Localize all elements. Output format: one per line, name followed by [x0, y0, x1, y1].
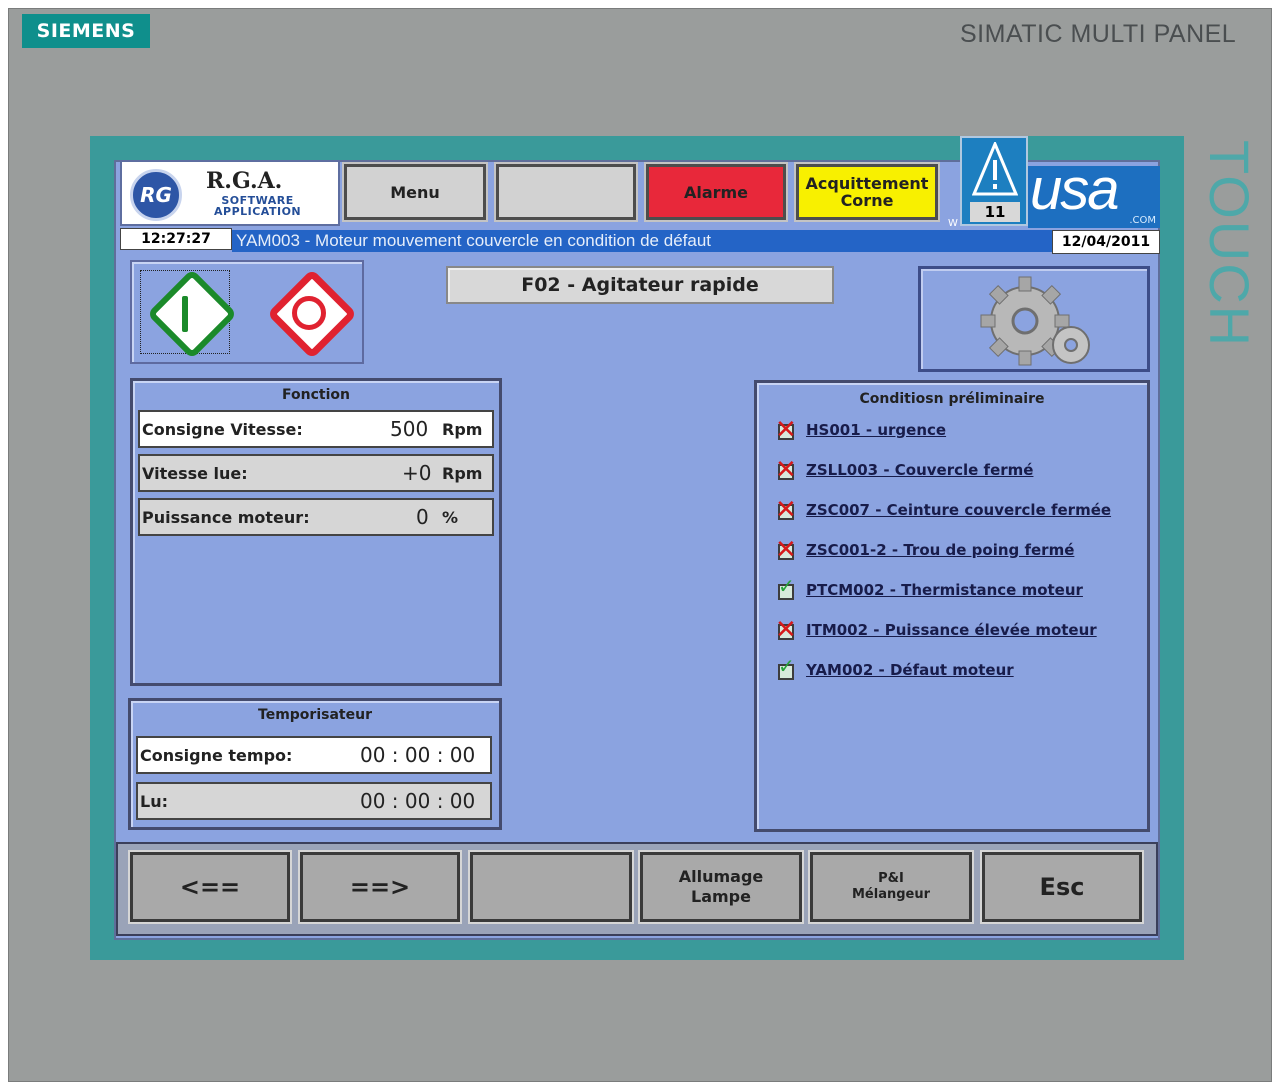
blank-header-button[interactable] — [494, 162, 638, 222]
alarm-button[interactable]: Alarme — [644, 162, 788, 222]
conditions-title: Conditiosn préliminaire — [859, 391, 1045, 407]
condition-label: ZSC001-2 - Trou de poing fermé — [806, 541, 1075, 559]
condition-item[interactable]: ✕ ITM002 - Puissance élevée moteur — [772, 616, 1097, 644]
condition-item[interactable]: ✓ YAM002 - Défaut moteur — [772, 654, 1014, 684]
speed-setpoint-label: Consigne Vitesse: — [142, 419, 303, 439]
condition-item[interactable]: ✕ ZSC007 - Ceinture couvercle fermée — [772, 496, 1111, 524]
timer-setpoint-field[interactable]: Consigne tempo: 00 : 00 : 00 — [136, 736, 492, 774]
condition-label: ZSC007 - Ceinture couvercle fermée — [806, 501, 1112, 519]
fault-x-icon: ✕ — [775, 615, 797, 645]
timer-read-label: Lu: — [140, 791, 168, 811]
lamp-on-button[interactable]: Allumage Lampe — [638, 850, 804, 924]
usa-logo: usa .COM — [1028, 157, 1160, 228]
usa-logo-text: usa — [1030, 157, 1120, 222]
motor-power-unit: % — [442, 507, 459, 527]
conditions-panel: Conditiosn préliminaire — [754, 380, 1150, 832]
condition-label: ITM002 - Puissance élevée moteur — [806, 621, 1097, 639]
alarm-count: 11 — [970, 202, 1020, 222]
fault-x-icon: ✕ — [775, 455, 797, 485]
alarm-message-bar: YAM003 - Moteur mouvement couvercle en c… — [232, 230, 1052, 252]
usa-logo-com: .COM — [1129, 215, 1156, 226]
ok-check-icon: ✓ — [778, 574, 795, 600]
rga-logo-title: R.G.A. — [206, 168, 283, 194]
condition-label: ZSLL003 - Couvercle fermé — [806, 461, 1034, 479]
stop-icon — [292, 296, 326, 330]
alarm-indicator[interactable]: 11 W — [948, 136, 1028, 229]
speed-setpoint-field[interactable]: Consigne Vitesse: 500 Rpm — [138, 410, 494, 448]
touch-label: TOUCH — [1198, 140, 1261, 349]
escape-button[interactable]: Esc — [980, 850, 1144, 924]
gear-settings-button[interactable] — [918, 266, 1150, 372]
speed-setpoint-value: 500 — [390, 417, 429, 441]
fonction-title: Fonction — [282, 387, 350, 403]
page-title: F02 - Agitateur rapide — [446, 266, 834, 304]
menu-button[interactable]: Menu — [342, 162, 488, 222]
condition-label: YAM002 - Défaut moteur — [806, 661, 1014, 679]
rga-sub-line2: Application — [214, 205, 302, 218]
condition-item[interactable]: ✕ ZSC001-2 - Trou de poing fermé — [772, 536, 1074, 564]
timer-setpoint-value: 00 : 00 : 00 — [360, 743, 476, 767]
condition-label: HS001 - urgence — [806, 421, 947, 439]
siemens-logo: SIEMENS — [22, 14, 150, 48]
next-page-button[interactable]: ==> — [298, 850, 462, 924]
start-stop-panel — [130, 260, 364, 364]
speed-setpoint-unit: Rpm — [442, 419, 483, 439]
temporisateur-title: Temporisateur — [258, 707, 372, 723]
alarm-w-label: W — [948, 218, 958, 229]
speed-read-value: +0 — [402, 461, 432, 485]
motor-power-value: 0 — [416, 505, 429, 529]
gears-icon — [980, 276, 1090, 366]
fault-x-icon: ✕ — [775, 535, 797, 565]
rga-emblem-icon: RG — [130, 169, 182, 221]
warning-triangle-icon — [972, 142, 1018, 196]
clock-time: 12:27:27 — [120, 228, 232, 250]
fault-x-icon: ✕ — [775, 495, 797, 525]
timer-read-value: 00 : 00 : 00 — [360, 789, 476, 813]
speed-read-label: Vitesse lue: — [142, 463, 248, 483]
clock-date: 12/04/2011 — [1052, 230, 1160, 254]
rga-logo: RG R.G.A. Software Application — [120, 160, 340, 226]
condition-item[interactable]: ✕ ZSLL003 - Couvercle fermé — [772, 456, 1033, 484]
timer-setpoint-label: Consigne tempo: — [140, 745, 293, 765]
motor-power-field: Puissance moteur: 0 % — [138, 498, 494, 536]
device-model-label: SIMATIC MULTI PANEL — [960, 20, 1237, 48]
rga-logo-subtitle: Software Application — [214, 195, 301, 217]
motor-power-label: Puissance moteur: — [142, 507, 310, 527]
start-icon — [182, 296, 188, 332]
pid-mixer-button[interactable]: P&I Mélangeur — [808, 850, 974, 924]
timer-read-field: Lu: 00 : 00 : 00 — [136, 782, 492, 820]
condition-item[interactable]: ✕ HS001 - urgence — [772, 416, 946, 444]
condition-item[interactable]: ✓ PTCM002 - Thermistance moteur — [772, 574, 1083, 604]
previous-page-button[interactable]: <== — [128, 850, 292, 924]
blank-function-button[interactable] — [468, 850, 634, 924]
acknowledge-horn-button[interactable]: Acquittement Corne — [794, 162, 940, 222]
speed-read-unit: Rpm — [442, 463, 483, 483]
condition-label: PTCM002 - Thermistance moteur — [806, 581, 1083, 599]
fault-x-icon: ✕ — [775, 415, 797, 445]
ok-check-icon: ✓ — [778, 654, 795, 680]
speed-read-field: Vitesse lue: +0 Rpm — [138, 454, 494, 492]
